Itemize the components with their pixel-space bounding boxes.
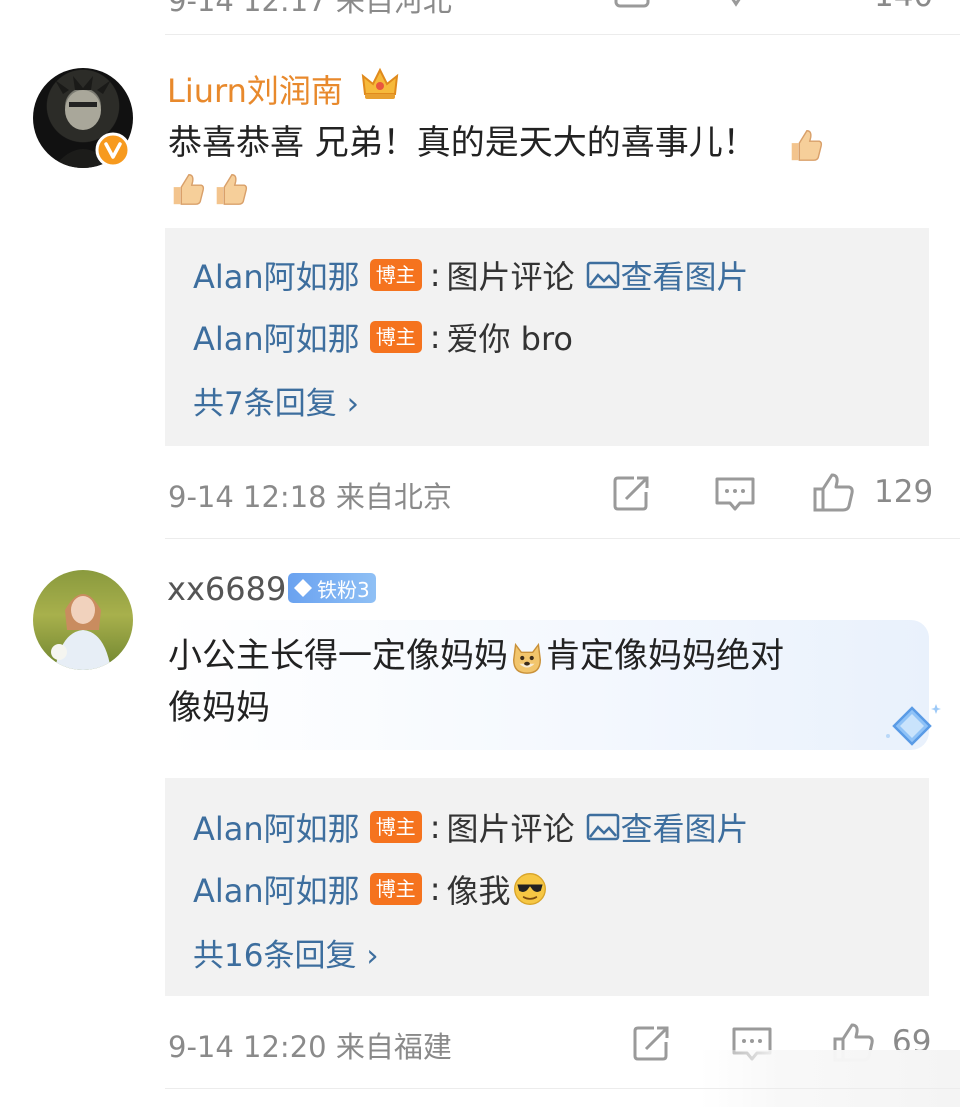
diamond-icon: [294, 579, 312, 597]
comment-text-line: 恭喜恭喜 兄弟！真的是天大的喜事儿！: [168, 123, 757, 163]
reply-box[interactable]: Alan阿如那 博主 : 图片评论 查看图片 Alan阿如那 博主 : 爱你 b…: [165, 228, 929, 446]
host-badge: 博主: [369, 873, 422, 905]
comment-meta: 9-14 12:18 来自北京: [168, 480, 452, 514]
top-comment-meta: 9-14 12:17 来自河北: [168, 0, 452, 18]
like-icon[interactable]: [812, 472, 856, 514]
reply-line[interactable]: Alan阿如那 博主 : 像我: [193, 866, 548, 912]
thumbs-up-emoji: [173, 174, 205, 205]
like-icon[interactable]: [814, 0, 854, 10]
reply-line[interactable]: Alan阿如那 博主 : 爱你 bro: [193, 314, 573, 360]
divider: [165, 1088, 960, 1089]
view-image-link[interactable]: 查看图片: [586, 804, 749, 850]
view-image-label: 查看图片: [620, 810, 749, 848]
divider: [165, 34, 960, 35]
like-count: 129: [874, 474, 934, 510]
comment-username[interactable]: xx6689: [167, 570, 286, 608]
reply-text: 像我: [446, 872, 511, 910]
image-icon: [587, 813, 620, 841]
reply-separator: :: [429, 256, 441, 294]
comment-username[interactable]: Liurn刘润南: [167, 66, 343, 112]
comment-icon[interactable]: [714, 476, 756, 514]
host-badge: 博主: [369, 321, 422, 353]
thumbs-up-emoji: [216, 174, 248, 205]
comment-icon[interactable]: [716, 0, 756, 10]
crown-icon: [361, 67, 399, 99]
reply-text: 图片评论: [446, 258, 575, 296]
reply-author[interactable]: Alan阿如那: [193, 252, 360, 298]
watermark-overlay: [700, 1050, 960, 1107]
doge-emoji: [512, 642, 542, 674]
repost-icon[interactable]: [612, 474, 652, 512]
comment-text: 小公主长得一定像妈妈 肯定像妈妈绝对: [168, 630, 784, 682]
diamond-icon: [886, 704, 941, 746]
reply-line[interactable]: Alan阿如那 博主 : 图片评论 查看图片: [193, 804, 749, 850]
fan-badge: 铁粉3: [288, 573, 376, 603]
host-badge: 博主: [369, 259, 422, 291]
fan-badge-label: 铁粉3: [317, 577, 370, 602]
divider: [165, 538, 960, 539]
more-replies-link[interactable]: 共7条回复 ›: [193, 378, 359, 423]
reply-author[interactable]: Alan阿如那: [193, 804, 360, 850]
sunglasses-emoji: [514, 873, 547, 905]
reply-line[interactable]: Alan阿如那 博主 : 图片评论 查看图片: [193, 252, 749, 298]
reply-author[interactable]: Alan阿如那: [193, 866, 360, 912]
reply-separator: :: [429, 808, 441, 846]
more-replies-link[interactable]: 共16条回复 ›: [193, 930, 379, 975]
comment-text-part: 小公主长得一定像妈妈: [168, 636, 508, 676]
reply-separator: :: [429, 870, 441, 908]
reply-separator: :: [429, 318, 441, 356]
reply-author[interactable]: Alan阿如那: [193, 314, 360, 360]
comment-text-part: 肯定像妈妈绝对: [546, 636, 784, 676]
comment-text: 恭喜恭喜 兄弟！真的是天大的喜事儿！: [168, 117, 824, 169]
image-icon: [587, 261, 620, 289]
reply-text: 爱你 bro: [446, 320, 573, 358]
view-image-link[interactable]: 查看图片: [586, 252, 749, 298]
verified-icon: [95, 132, 131, 168]
view-image-label: 查看图片: [620, 258, 749, 296]
host-badge: 博主: [369, 811, 422, 843]
repost-icon[interactable]: [632, 1024, 672, 1062]
comment-text-line: 像妈妈: [168, 688, 270, 728]
thumbs-up-emoji: [791, 129, 822, 161]
comment-meta: 9-14 12:20 来自福建: [168, 1030, 452, 1064]
like-count: 140: [874, 0, 933, 14]
repost-icon[interactable]: [614, 0, 652, 10]
reply-box[interactable]: Alan阿如那 博主 : 图片评论 查看图片 Alan阿如那 博主 : 像我 共…: [165, 778, 929, 996]
avatar[interactable]: [33, 570, 133, 670]
emoji-row: [168, 170, 249, 208]
reply-text: 图片评论: [446, 810, 575, 848]
